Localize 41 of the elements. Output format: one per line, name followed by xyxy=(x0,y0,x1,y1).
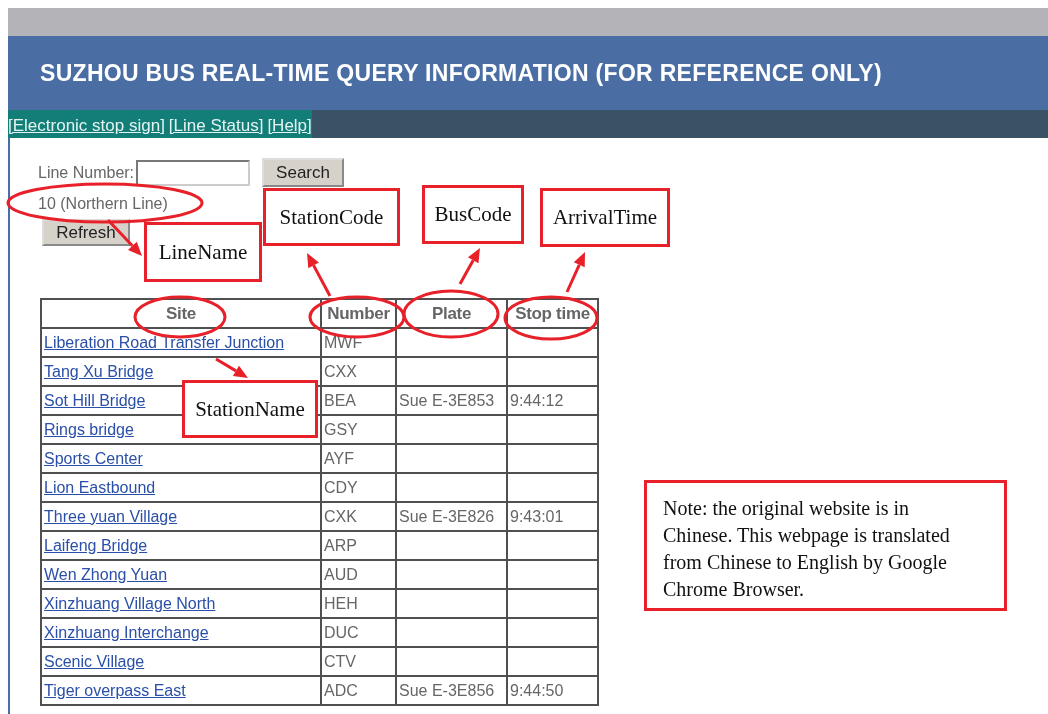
annotation-arrow xyxy=(458,248,480,285)
table-cell: 9:44:12 xyxy=(510,391,564,409)
column-header: Stop time xyxy=(515,303,590,324)
table-cell: AYF xyxy=(324,449,354,467)
annotation-label: BusCode xyxy=(422,185,524,244)
annotation-label: ArrivalTime xyxy=(540,188,670,247)
annotation-arrow xyxy=(565,252,585,293)
table-cell: BEA xyxy=(324,391,356,409)
line-number-field[interactable] xyxy=(136,159,251,186)
table-cell: AUD xyxy=(324,565,358,583)
column-header: Site xyxy=(166,303,196,324)
table-cell: CTV xyxy=(324,652,356,670)
table-cell: CDY xyxy=(324,478,358,496)
table-cell: HEH xyxy=(324,594,358,612)
table-cell: 9:43:01 xyxy=(510,507,564,525)
table-cell: DUC xyxy=(324,623,359,641)
annotation-arrow xyxy=(307,253,332,297)
table-cell: 9:44:50 xyxy=(510,681,564,699)
annotation-label: StationCode xyxy=(263,188,400,246)
table-cell: CXX xyxy=(324,362,357,380)
table-cell: GSY xyxy=(324,420,358,438)
column-header: Plate xyxy=(431,303,472,324)
annotation-label: StationName xyxy=(182,380,318,438)
search-button[interactable]: Search xyxy=(262,158,345,187)
table-cell: ARP xyxy=(324,536,357,554)
line-number-label: Line Number: xyxy=(38,163,135,182)
column-header: Number xyxy=(327,303,390,324)
page-title: SUZHOU BUS REAL-TIME QUERY INFORMATION (FOR REFERENCE ONLY) xyxy=(40,59,882,87)
line-name-text: 10 (Northern Line) xyxy=(38,195,168,213)
table-cell: CXK xyxy=(324,507,357,525)
table-cell: ADC xyxy=(324,681,358,699)
station-link[interactable]: Rings bridge xyxy=(44,420,134,438)
note-text: Note: the original website is in Chinese. This webpage is translated from Chinese to English by Google Chrome Browser. xyxy=(644,480,1007,611)
table-cell: Sue E-3E856 xyxy=(399,681,495,699)
nav-link[interactable]: [Electronic stop sign] xyxy=(8,116,165,136)
table-cell: Sue E-3E826 xyxy=(399,507,495,525)
annotation-label: LineName xyxy=(144,222,262,282)
nav-link[interactable]: [Line Status] xyxy=(168,116,264,136)
annotation-arrow xyxy=(215,357,248,378)
nav-link[interactable]: [Help] xyxy=(267,116,312,136)
table-cell: Sue E-3E853 xyxy=(399,391,495,409)
